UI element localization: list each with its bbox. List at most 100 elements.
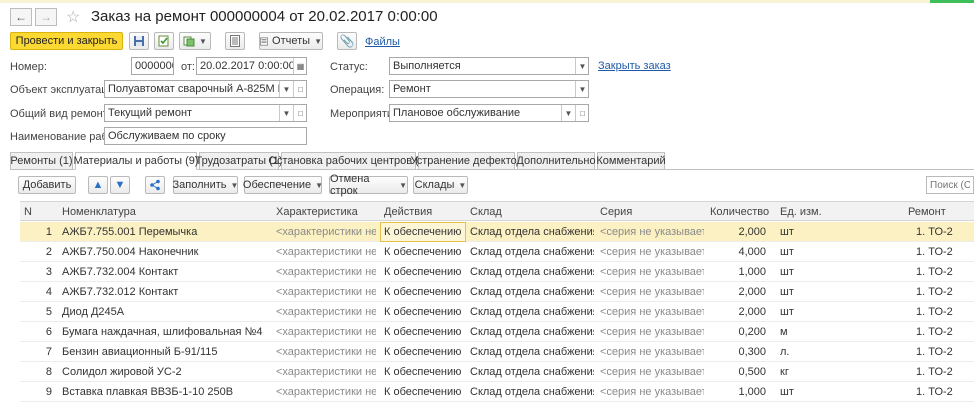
table-row[interactable]: 3 АЖБ7.732.004 Контакт <характеристики не … [20, 262, 974, 282]
col-unit[interactable]: Ед. изм. [780, 206, 822, 218]
cell-char[interactable]: <характеристики не и... [276, 326, 376, 338]
post-and-close-button[interactable]: Провести и закрыть [10, 32, 123, 50]
object-field[interactable]: Полуавтомат сварочный А-825М Инв. I ▼ □ [104, 80, 307, 98]
cell-item[interactable]: АЖБ7.732.004 Контакт [62, 266, 270, 278]
cell-char[interactable]: <характеристики не и... [276, 306, 376, 318]
cell-unit[interactable]: шт [780, 266, 840, 278]
cell-stock[interactable]: Склад отдела снабжения ... [470, 246, 594, 258]
cell-stock[interactable]: Склад отдела снабжения ... [470, 286, 594, 298]
cell-item[interactable]: Диод Д245А [62, 306, 270, 318]
open-icon[interactable]: □ [293, 81, 306, 97]
cell-stock[interactable]: Склад отдела снабжения ... [470, 386, 594, 398]
cell-char[interactable]: <характеристики не и... [276, 246, 376, 258]
cell-action[interactable]: К обеспечению [384, 346, 464, 358]
cell-n[interactable]: 1 [20, 226, 52, 238]
cell-stock[interactable]: Склад отдела снабжения ... [470, 226, 594, 238]
cell-repair[interactable]: 1. ТО-2 [916, 286, 974, 298]
print-list-button[interactable] [225, 32, 245, 50]
cell-item[interactable]: Вставка плавкая ВВЗБ-1-10 250В [62, 386, 270, 398]
cell-item[interactable]: АЖБ7.755.001 Перемычка [62, 226, 270, 238]
open-icon[interactable]: □ [293, 105, 306, 121]
cell-action[interactable]: К обеспечению [384, 366, 464, 378]
cell-action[interactable]: К обеспечению [384, 386, 464, 398]
calendar-icon[interactable]: ▦ [293, 58, 306, 74]
cell-repair[interactable]: 1. ТО-2 [916, 306, 974, 318]
cell-n[interactable]: 5 [20, 306, 52, 318]
cell-n[interactable]: 4 [20, 286, 52, 298]
cell-char[interactable]: <характеристики не и... [276, 386, 376, 398]
forward-button[interactable]: → [35, 8, 57, 26]
cell-n[interactable]: 8 [20, 366, 52, 378]
structure-button[interactable] [145, 176, 165, 194]
cell-unit[interactable]: шт [780, 226, 840, 238]
cancel-rows-button[interactable]: Отмена строк ▼ [329, 173, 408, 197]
cell-char[interactable]: <характеристики не и... [276, 226, 376, 238]
status-select[interactable]: Выполняется ▼ [389, 57, 589, 75]
cell-qty[interactable]: 0,300 [710, 346, 766, 358]
cell-char[interactable]: <характеристики не и... [276, 346, 376, 358]
post-button[interactable] [154, 32, 174, 50]
cell-qty[interactable]: 1,000 [710, 386, 766, 398]
cell-item[interactable]: АЖБ7.750.004 Наконечник [62, 246, 270, 258]
cell-repair[interactable]: 1. ТО-2 [916, 266, 974, 278]
cell-stock[interactable]: Склад отдела снабжения ... [470, 266, 594, 278]
cell-action[interactable]: К обеспечению [384, 266, 464, 278]
warehouses-button[interactable]: Склады ▼ [413, 176, 468, 194]
cell-stock[interactable]: Склад отдела снабжения ... [470, 346, 594, 358]
cell-unit[interactable]: кг [780, 366, 840, 378]
cell-action[interactable]: К обеспечению [384, 226, 464, 238]
cell-action[interactable]: К обеспечению [384, 326, 464, 338]
cell-stock[interactable]: Склад отдела снабжения ... [470, 326, 594, 338]
cell-unit[interactable]: шт [780, 386, 840, 398]
cell-qty[interactable]: 0,200 [710, 326, 766, 338]
cell-repair[interactable]: 1. ТО-2 [916, 226, 974, 238]
col-series[interactable]: Серия [600, 206, 632, 218]
cell-n[interactable]: 2 [20, 246, 52, 258]
cell-unit[interactable]: шт [780, 306, 840, 318]
close-order-link[interactable]: Закрыть заказ [598, 60, 671, 72]
cell-item[interactable]: Бумага наждачная, шлифовальная №4 [62, 326, 270, 338]
search-input[interactable] [926, 176, 974, 194]
tab-repairs[interactable]: Ремонты (1) [10, 152, 73, 170]
cell-stock[interactable]: Склад отдела снабжения ... [470, 306, 594, 318]
cell-repair[interactable]: 1. ТО-2 [916, 326, 974, 338]
cell-series[interactable]: <серия не указывает... [600, 286, 704, 298]
tab-additional[interactable]: Дополнительно [516, 152, 596, 170]
cell-action[interactable]: К обеспечению [384, 286, 464, 298]
cell-series[interactable]: <серия не указывает... [600, 266, 704, 278]
cell-series[interactable]: <серия не указывает... [600, 346, 704, 358]
repair-kind-field[interactable]: Текущий ремонт ▼ □ [104, 104, 307, 122]
chevron-down-icon[interactable]: ▼ [279, 105, 293, 121]
table-row[interactable]: 1 АЖБ7.755.001 Перемычка <характеристики н… [20, 222, 974, 242]
number-field[interactable]: 000000004 [131, 57, 174, 75]
cell-repair[interactable]: 1. ТО-2 [916, 366, 974, 378]
table-row[interactable]: 8 Солидол жировой УС-2 <характеристики не … [20, 362, 974, 382]
table-row[interactable]: 4 АЖБ7.732.012 Контакт <характеристики не … [20, 282, 974, 302]
move-up-button[interactable]: ▲ [88, 176, 108, 194]
cell-char[interactable]: <характеристики не и... [276, 286, 376, 298]
cell-action[interactable]: К обеспечению [384, 246, 464, 258]
cell-qty[interactable]: 2,000 [710, 226, 766, 238]
col-n[interactable]: N [24, 206, 32, 218]
cell-repair[interactable]: 1. ТО-2 [916, 246, 974, 258]
cell-qty[interactable]: 0,500 [710, 366, 766, 378]
cell-stock[interactable]: Склад отдела снабжения ... [470, 366, 594, 378]
chevron-down-icon[interactable]: ▼ [279, 81, 293, 97]
cell-repair[interactable]: 1. ТО-2 [916, 386, 974, 398]
col-quantity[interactable]: Количество [710, 206, 769, 218]
cell-unit[interactable]: л. [780, 346, 840, 358]
cell-n[interactable]: 7 [20, 346, 52, 358]
col-item[interactable]: Номенклатура [62, 206, 136, 218]
attach-button[interactable]: 📎 [337, 32, 357, 50]
date-field[interactable]: 20.02.2017 0:00:00 ▦ [196, 57, 307, 75]
cell-series[interactable]: <серия не указывает... [600, 366, 704, 378]
cell-item[interactable]: АЖБ7.732.012 Контакт [62, 286, 270, 298]
cell-char[interactable]: <характеристики не и... [276, 266, 376, 278]
cell-action[interactable]: К обеспечению [384, 306, 464, 318]
cell-repair[interactable]: 1. ТО-2 [916, 346, 974, 358]
tab-materials[interactable]: Материалы и работы (9) [74, 152, 199, 170]
cell-item[interactable]: Бензин авиационный Б-91/115 [62, 346, 270, 358]
move-down-button[interactable]: ▼ [110, 176, 130, 194]
open-icon[interactable]: □ [575, 105, 588, 121]
col-actions[interactable]: Действия [384, 206, 432, 218]
